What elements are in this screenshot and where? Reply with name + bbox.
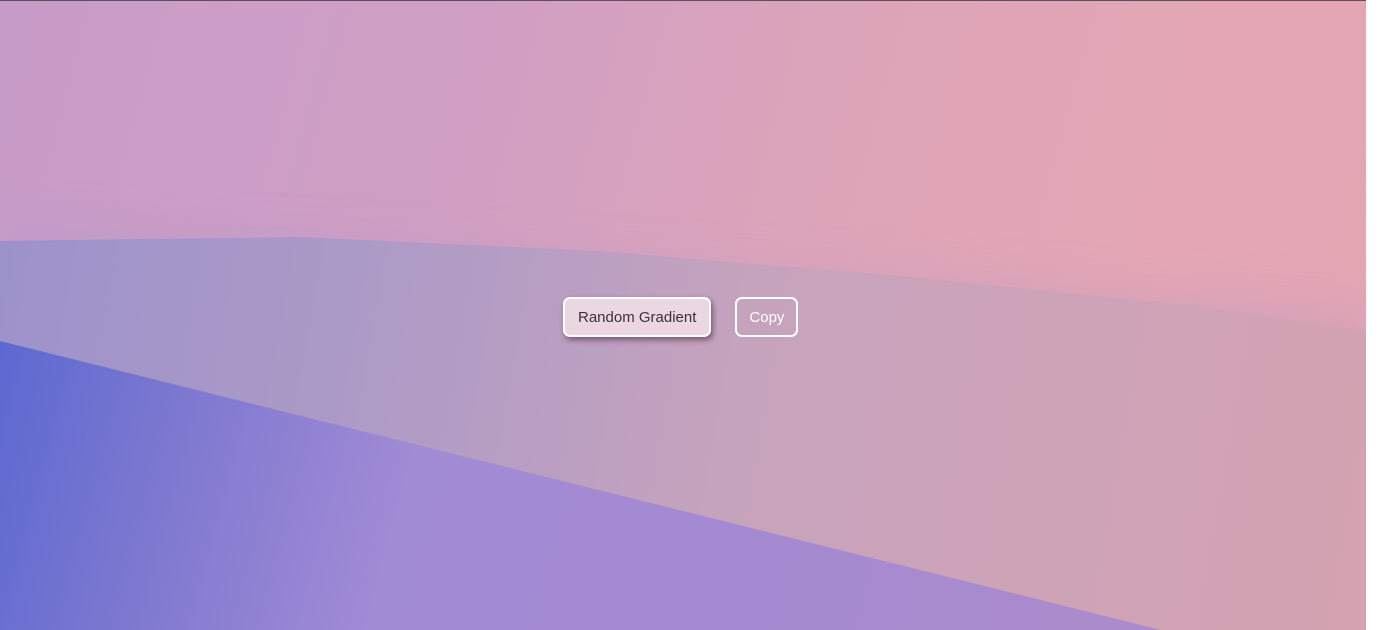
random-gradient-button[interactable]: Random Gradient — [563, 297, 712, 337]
copy-button[interactable]: Copy — [735, 297, 799, 337]
gradient-canvas: Random Gradient Copy — [0, 0, 1366, 630]
controls-bar: Random Gradient Copy — [563, 297, 799, 337]
